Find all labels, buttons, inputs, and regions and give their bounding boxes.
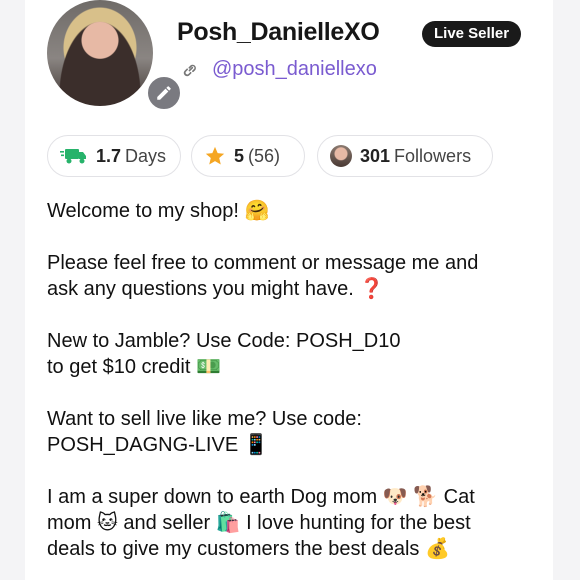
bio-line: I am a super down to earth Dog mom 🐶 🐕 C… <box>47 486 475 508</box>
bio-line: Want to sell live like me? Use code: <box>47 408 362 430</box>
avatar[interactable] <box>47 0 153 106</box>
followers-count: 301 <box>360 145 391 166</box>
bio-text: Welcome to my shop! 🤗 Please feel free t… <box>47 198 547 562</box>
rating-count: (56) <box>248 145 281 166</box>
bio-line: Welcome to my shop! 🤗 <box>47 200 270 222</box>
bio-line: POSH_DAGNG-LIVE 📱 <box>47 434 269 456</box>
edit-avatar-button[interactable] <box>145 74 183 112</box>
bio-line: deals to give my customers the best deal… <box>47 538 450 560</box>
star-icon <box>204 145 226 167</box>
shipping-days-unit: Days <box>125 145 167 166</box>
follower-avatar-icon <box>330 145 352 167</box>
bio-line: ask any questions you might have. ❓ <box>47 278 385 300</box>
link-icon <box>183 64 196 76</box>
avatar-container[interactable] <box>47 0 183 112</box>
followers-label: Followers <box>394 145 472 166</box>
pencil-icon <box>157 86 171 100</box>
handle-text[interactable]: @posh_daniellexo <box>212 58 377 81</box>
rating-value: 5 <box>234 145 245 166</box>
profile-handle-link[interactable]: @posh_daniellexo <box>180 58 377 81</box>
username: Posh_DanielleXO <box>177 18 380 46</box>
bio-line: to get $10 credit 💵 <box>47 356 221 378</box>
bio-line: Please feel free to comment or message m… <box>47 252 479 274</box>
profile-card: Posh_DanielleXO Live Seller @posh_daniel… <box>25 0 553 580</box>
live-seller-badge: Live Seller <box>422 21 522 47</box>
bio-line: New to Jamble? Use Code: POSH_D10 <box>47 330 401 352</box>
shipping-stat[interactable]: 1.7 Days <box>47 135 181 177</box>
followers-stat[interactable]: 301 Followers <box>317 135 493 177</box>
truck-icon <box>60 147 88 165</box>
bio-line: mom 🐱 and seller 🛍️ I love hunting for t… <box>47 512 471 534</box>
rating-stat[interactable]: 5 (56) <box>191 135 305 177</box>
shipping-days-value: 1.7 <box>96 145 122 166</box>
